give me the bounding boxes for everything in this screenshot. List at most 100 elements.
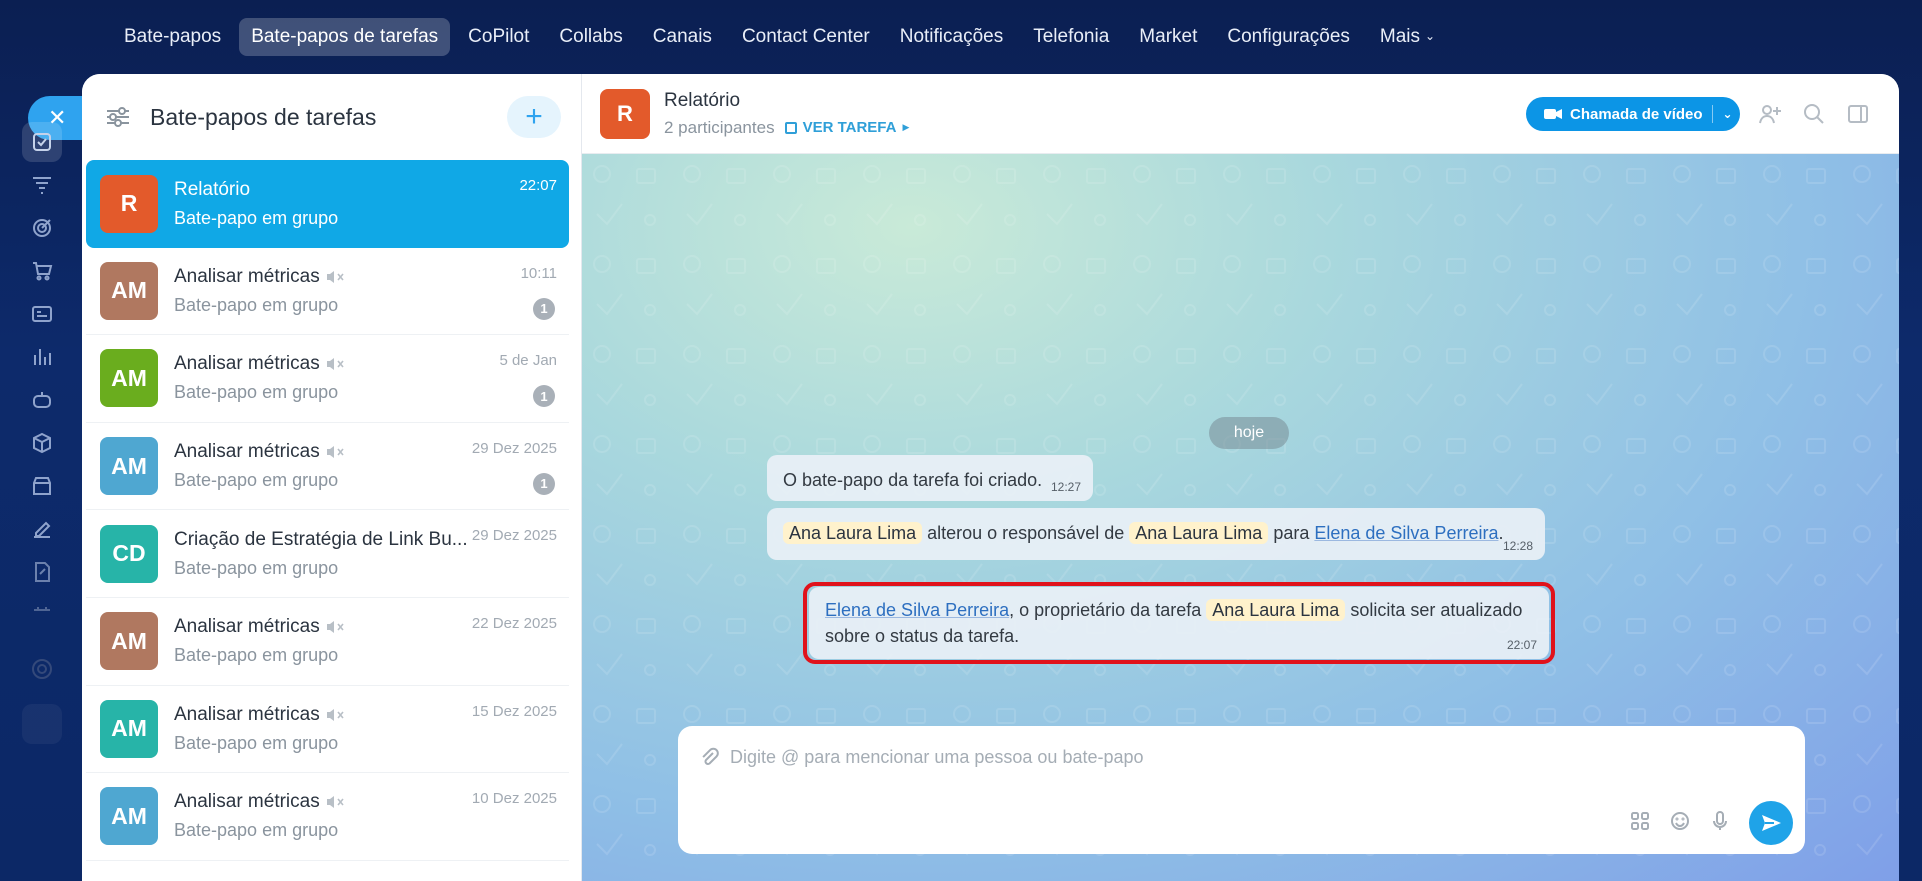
chat-title[interactable]: Relatório (664, 90, 909, 112)
system-message[interactable]: Ana Laura Lima alterou o responsável de … (767, 508, 1545, 560)
chat-item-subtitle: Bate-papo em grupo (174, 207, 339, 228)
plus-icon: + (525, 100, 543, 133)
video-call-dropdown-icon[interactable]: ⌄ (1723, 107, 1733, 121)
date-separator: hoje (1209, 417, 1289, 449)
nav-mais-label: Mais (1379, 26, 1421, 47)
sidebar-title: Bate-papos de tarefas (150, 103, 377, 130)
unread-badge: 1 (533, 297, 555, 320)
participants-count[interactable]: 2 participantes (664, 118, 775, 138)
chat-list-item[interactable]: AM Analisar métricas Bate-papo em grupo 10:… (86, 248, 569, 336)
view-task-link[interactable]: VER TAREFA ▶ (784, 119, 910, 136)
robot-icon[interactable] (22, 380, 62, 420)
settings-icon[interactable] (22, 649, 62, 689)
nav-canais[interactable]: Canais (641, 18, 724, 56)
view-task-label: VER TAREFA (802, 119, 897, 136)
document-edit-icon[interactable] (22, 552, 62, 592)
nav-contact-center[interactable]: Contact Center (730, 18, 882, 56)
box-icon[interactable] (22, 423, 62, 463)
caret-right-icon: ▶ (902, 122, 910, 132)
chat-sidebar: Bate-papos de tarefas + R Relatório Bate-p… (82, 74, 582, 881)
tasks-icon[interactable] (22, 122, 62, 162)
chat-item-time: 10:11 (520, 264, 557, 282)
message-input[interactable] (730, 742, 1730, 772)
chat-list-item[interactable]: AM Analisar métricas Bate-papo em grupo 5 d… (86, 335, 569, 423)
contact-card-icon[interactable] (22, 294, 62, 334)
nav-bate-papos[interactable]: Bate-papos (112, 18, 233, 56)
unread-badge: 1 (533, 472, 555, 495)
avatar: CD (100, 524, 158, 583)
nav-bate-papos-de-tarefas[interactable]: Bate-papos de tarefas (239, 18, 451, 56)
message-area[interactable]: hoje O bate-papo da tarefa foi criado. 1… (582, 154, 1899, 881)
chat-item-time: 10 Dez 2025 (471, 790, 557, 808)
user-mention[interactable]: Ana Laura Lima (1206, 599, 1346, 621)
chat-item-title: Analisar métricas (174, 616, 320, 638)
chat-item-title: Analisar métricas (174, 703, 320, 725)
muted-icon (326, 446, 344, 459)
system-message[interactable]: Elena de Silva Perreira, o proprietário … (809, 587, 1549, 659)
search-icon[interactable] (1801, 101, 1827, 127)
chat-list-item[interactable]: AM Analisar métricas Bate-papo em grupo 22 … (86, 598, 569, 686)
message-text: para (1268, 523, 1315, 543)
microphone-icon[interactable] (1709, 810, 1731, 832)
chat-area: R Relatório 2 participantes VER TAREFA ▶… (582, 74, 1899, 881)
chat-item-time: 22:07 (519, 177, 557, 194)
avatar: AM (100, 787, 158, 846)
chat-list-item[interactable]: R Relatório Bate-papo em grupo 22:07 (86, 160, 569, 248)
chat-item-subtitle: Bate-papo em grupo (174, 382, 339, 403)
cart-icon[interactable] (22, 251, 62, 291)
funnel-icon[interactable] (22, 165, 62, 205)
message-time: 22:07 (1506, 637, 1537, 652)
chat-list-item[interactable]: AM Analisar métricas Bate-papo em grupo 29 … (86, 423, 569, 511)
user-avatar-icon[interactable] (22, 704, 62, 744)
chat-header: R Relatório 2 participantes VER TAREFA ▶… (582, 74, 1899, 154)
nav-collabs[interactable]: Collabs (547, 18, 634, 56)
chat-item-subtitle: Bate-papo em grupo (174, 557, 339, 578)
chat-item-subtitle: Bate-papo em grupo (174, 294, 339, 315)
apps-grid-icon[interactable] (1629, 810, 1651, 832)
chat-list-item[interactable]: AM Analisar métricas Bate-papo em grupo 10 … (86, 773, 569, 861)
chat-item-title: Relatório (174, 178, 251, 200)
chat-item-title: Analisar métricas (174, 441, 320, 463)
sidebar-toggle-icon[interactable] (1845, 101, 1871, 127)
sign-icon[interactable] (22, 509, 62, 549)
nav-notificacoes[interactable]: Notificações (888, 18, 1016, 56)
chat-item-time: 15 Dez 2025 (471, 702, 557, 720)
chat-list-item[interactable]: AM Analisar métricas Bate-papo em grupo 15 … (86, 686, 569, 774)
nav-market[interactable]: Market (1127, 18, 1209, 56)
user-link[interactable]: Elena de Silva Perreira (1314, 523, 1498, 543)
emoji-icon[interactable] (1669, 810, 1691, 832)
muted-icon (326, 358, 344, 371)
task-icon (784, 121, 797, 134)
avatar: AM (100, 349, 158, 408)
attach-icon[interactable] (698, 746, 720, 768)
add-user-icon[interactable] (1757, 101, 1783, 127)
avatar: AM (100, 261, 158, 320)
nav-copilot[interactable]: CoPilot (456, 18, 541, 56)
chat-list-item[interactable]: CD Criação de Estratégia de Link Bu... Bat… (86, 510, 569, 598)
user-mention[interactable]: Ana Laura Lima (1129, 522, 1269, 544)
chat-item-subtitle: Bate-papo em grupo (174, 732, 339, 753)
chat-item-title: Criação de Estratégia de Link Bu... (174, 528, 468, 550)
left-rail: ✕ (0, 74, 92, 881)
message-time: 12:27 (1050, 479, 1081, 494)
analytics-icon[interactable] (22, 337, 62, 377)
system-message[interactable]: O bate-papo da tarefa foi criado. 12:27 (767, 455, 1093, 501)
calendar-icon[interactable] (22, 595, 62, 635)
user-mention[interactable]: Ana Laura Lima (783, 522, 923, 544)
nav-telefonia[interactable]: Telefonia (1021, 18, 1121, 56)
nav-configuracoes[interactable]: Configurações (1215, 18, 1362, 56)
target-icon[interactable] (22, 208, 62, 248)
nav-mais[interactable]: Mais ⌄ (1368, 18, 1447, 56)
chat-item-subtitle: Bate-papo em grupo (174, 820, 339, 841)
send-icon (1762, 815, 1781, 831)
main-panel: Bate-papos de tarefas + R Relatório Bate-p… (82, 74, 1899, 881)
message-composer (678, 726, 1805, 854)
store-icon[interactable] (22, 466, 62, 506)
video-call-button[interactable]: Chamada de vídeo ⌄ (1526, 97, 1740, 131)
send-button[interactable] (1749, 801, 1793, 845)
user-link[interactable]: Elena de Silva Perreira (825, 600, 1009, 620)
chat-avatar[interactable]: R (600, 88, 650, 139)
avatar: AM (100, 437, 158, 496)
add-chat-button[interactable]: + (507, 96, 561, 138)
filter-icon[interactable] (104, 103, 132, 131)
